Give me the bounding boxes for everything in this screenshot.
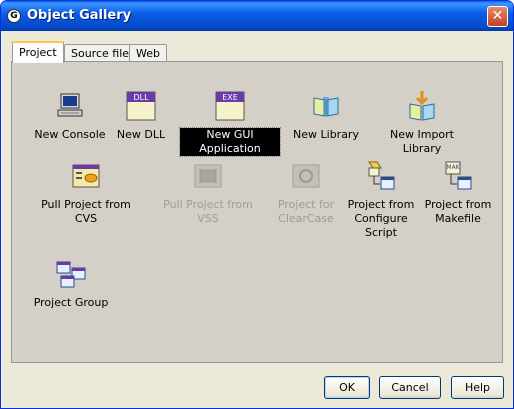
tab-source-file[interactable]: Source file — [64, 44, 137, 62]
item-label: Project from Configure Script — [347, 198, 415, 239]
configure-script-icon — [368, 161, 395, 190]
gallery-item-project-group[interactable]: Project Group — [31, 258, 111, 310]
dll-icon-text: DLL — [133, 93, 149, 102]
app-icon: G — [7, 9, 21, 23]
item-label: Project Group — [33, 296, 109, 309]
item-label: Pull Project from CVS — [41, 198, 131, 225]
gallery-item-project-clearcase[interactable]: Project for ClearCase — [270, 160, 342, 226]
import-library-icon — [409, 91, 435, 121]
exe-file-icon: EXE — [215, 91, 245, 121]
gallery-item-project-makefile[interactable]: MAK Project from Makefile — [422, 160, 494, 226]
item-label: Project from Makefile — [424, 198, 492, 225]
dll-file-icon: DLL — [126, 91, 156, 121]
project-group-icon — [56, 261, 86, 288]
ok-button[interactable]: OK — [324, 376, 370, 399]
object-gallery-dialog: G Object Gallery ✕ Project Source file W… — [0, 0, 514, 409]
gallery-item-pull-project-vss[interactable]: Pull Project from VSS — [155, 160, 261, 226]
cancel-button[interactable]: Cancel — [379, 376, 441, 399]
item-label: New Library — [293, 128, 359, 141]
clearcase-icon — [292, 164, 320, 188]
tab-project[interactable]: Project — [12, 41, 64, 63]
library-icon — [313, 97, 339, 117]
item-label: New Import Library — [390, 128, 454, 155]
title-bar[interactable]: G Object Gallery ✕ — [1, 1, 513, 31]
gallery-item-new-dll[interactable]: DLL New DLL — [110, 90, 172, 142]
exe-icon-text: EXE — [222, 93, 238, 102]
gallery-item-project-configure-script[interactable]: Project from Configure Script — [345, 160, 417, 240]
window-title: Object Gallery — [27, 8, 132, 23]
help-button[interactable]: Help — [451, 376, 504, 399]
item-label: New GUI Application — [179, 127, 281, 157]
gallery-item-new-console[interactable]: New Console — [31, 90, 109, 142]
mak-icon-text: MAK — [446, 164, 460, 171]
gallery-item-pull-project-cvs[interactable]: Pull Project from CVS — [31, 160, 141, 226]
makefile-icon: MAK — [445, 161, 472, 190]
gallery-item-new-library[interactable]: New Library — [288, 90, 364, 142]
gallery-item-new-gui-application[interactable]: EXE New GUI Application — [179, 90, 281, 157]
item-label: Pull Project from VSS — [163, 198, 253, 225]
gallery-item-new-import-library[interactable]: New Import Library — [372, 90, 472, 156]
item-label: New Console — [34, 128, 106, 141]
item-label: Project for ClearCase — [277, 198, 335, 225]
gallery-panel: New Console DLL New DLL EXE New GUI Appl… — [11, 61, 503, 363]
vss-icon — [194, 164, 222, 188]
close-button[interactable]: ✕ — [487, 6, 508, 27]
tab-web[interactable]: Web — [129, 44, 167, 62]
item-label: New DLL — [116, 128, 166, 141]
console-icon — [57, 93, 83, 117]
cvs-icon — [72, 164, 100, 188]
